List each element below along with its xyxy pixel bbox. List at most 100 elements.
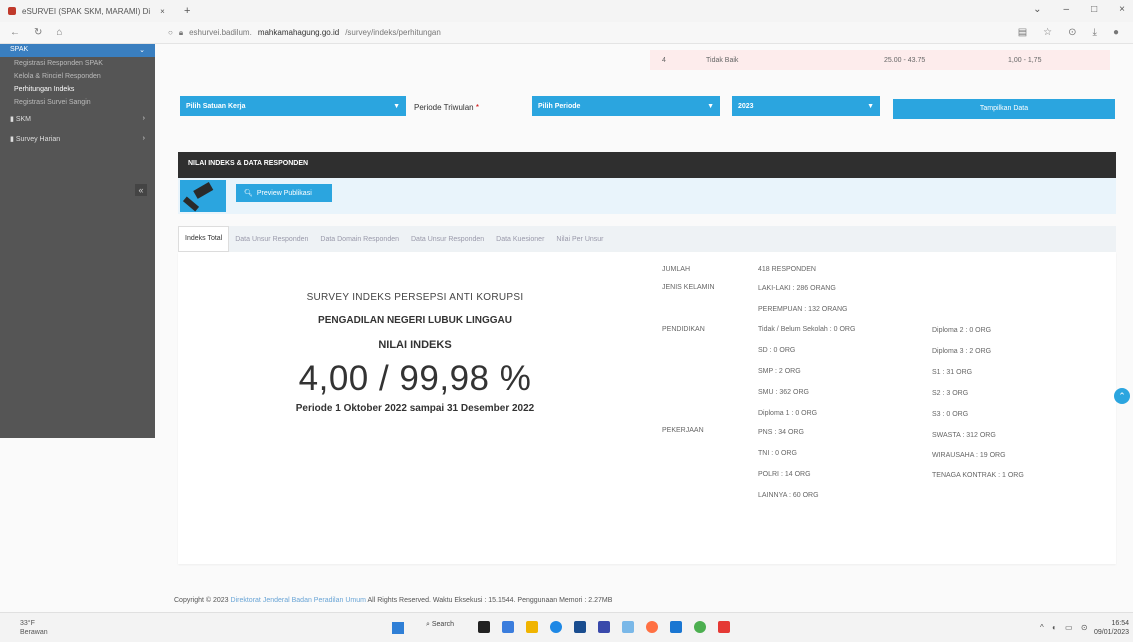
footer: Copyright © 2023 Direktorat Jenderal Bad… xyxy=(174,597,612,604)
select-value: Pilih Satuan Kerja xyxy=(186,102,246,110)
preview-button-label: Preview Publikasi xyxy=(256,189,312,197)
address-bar: ← ↻ ⌂ ○ 🔒︎ eshurvei.badilum. mahkamahagun… xyxy=(0,22,1133,44)
edge-icon[interactable] xyxy=(550,621,562,633)
periode-label: Periode Triwulan * xyxy=(414,103,479,112)
jumlah-value: 418 RESPONDEN xyxy=(758,266,816,273)
index-category-row: 4 Tidak Baik 25.00 - 43.75 1,00 - 1,75 xyxy=(650,50,1110,70)
pekerjaan-item: TNI : 0 ORG xyxy=(758,450,797,457)
category-range: 25.00 - 43.75 xyxy=(884,56,926,64)
pendidikan-item: S1 : 31 ORG xyxy=(932,369,973,376)
sidebar-item-label: Survey Harian xyxy=(15,136,61,143)
pendidikan-item: Diploma 1 : 0 ORG xyxy=(758,410,818,417)
pendidikan-item: SD : 0 ORG xyxy=(758,347,796,354)
sidebar-group-spak[interactable]: SPAK ⌄ xyxy=(0,44,155,57)
reload-icon[interactable]: ↻ xyxy=(34,27,42,38)
lock-icon: 🔒︎ xyxy=(178,27,184,37)
sidebar-item-registrasi[interactable]: Registrasi Responden SPAK xyxy=(0,57,155,70)
chart-icon: ▮ xyxy=(10,116,14,123)
weather-widget[interactable]: 33°F Berawan xyxy=(20,619,48,637)
url-prefix: eshurvei.badilum. xyxy=(189,28,252,37)
sidebar-item-skm[interactable]: ▮ SKM › xyxy=(0,109,155,129)
url-domain: mahkamahagung.go.id xyxy=(257,28,340,37)
pendidikan-item: Diploma 2 : 0 ORG xyxy=(932,327,992,334)
footer-link[interactable]: Direktorat Jenderal Badan Peradilan Umum xyxy=(231,597,366,604)
category-index-range: 1,00 - 1,75 xyxy=(1008,56,1042,64)
tab-data-kuesioner[interactable]: Data Kuesioner xyxy=(490,236,550,243)
tab-data-unsur-responden[interactable]: Data Unsur Responden xyxy=(229,236,314,243)
sidebar-collapse-button[interactable]: « xyxy=(135,184,147,196)
category-number: 4 xyxy=(662,56,666,64)
taskbar-search[interactable]: ⌕ Search xyxy=(426,621,454,629)
chevron-down-icon[interactable]: ⌄ xyxy=(1033,4,1041,15)
shield-icon: ○ xyxy=(168,28,173,37)
sidebar-item-registrasi-survei[interactable]: Registrasi Survei Sangin xyxy=(0,96,155,109)
weather-desc: Berawan xyxy=(20,629,48,636)
pekerjaan-item: WIRAUSAHA : 19 ORG xyxy=(932,452,1006,459)
pekerjaan-item: PNS : 34 ORG xyxy=(758,429,804,436)
tab-nilai-per-unsur[interactable]: Nilai Per Unsur xyxy=(550,236,609,243)
category-label: Tidak Baik xyxy=(706,56,739,64)
tab-indeks-total[interactable]: Indeks Total xyxy=(178,226,230,252)
star-icon[interactable]: ☆ xyxy=(1043,27,1052,38)
teams-icon[interactable] xyxy=(598,621,610,633)
jumlah-label: JUMLAH xyxy=(662,266,691,273)
tab-data-unsur-responden-2[interactable]: Data Unsur Responden xyxy=(405,236,490,243)
chrome-icon[interactable] xyxy=(694,621,706,633)
url-path: /survey/indeks/perhitungan xyxy=(345,28,441,37)
pekerjaan-item: LAINNYA : 60 ORG xyxy=(758,492,819,499)
mail-icon[interactable] xyxy=(622,621,634,633)
browser-tab[interactable]: eSURVEI (SPAK SKM, MARAMI) Di × xyxy=(8,7,178,16)
tabs: Indeks Total Data Unsur Responden Data D… xyxy=(178,226,1116,252)
scroll-top-button[interactable]: ⌃ xyxy=(1114,388,1130,404)
maximize-icon[interactable]: □ xyxy=(1091,4,1097,15)
account-icon[interactable]: ● xyxy=(1113,27,1119,38)
download-icon[interactable]: ⤓ xyxy=(1093,27,1097,38)
pekerjaan-item: SWASTA : 312 ORG xyxy=(932,432,996,439)
pendidikan-item: Tidak / Belum Sekolah : 0 ORG xyxy=(758,326,856,333)
widget-icon[interactable] xyxy=(502,621,514,633)
panel-header: NILAI INDEKS & DATA RESPONDEN xyxy=(178,152,1116,178)
system-tray[interactable]: ^ ◐ ▭ ⊙ xyxy=(1040,623,1091,632)
select-value: Pilih Periode xyxy=(538,102,581,110)
close-tab-icon[interactable]: × xyxy=(160,7,165,16)
task-view-icon[interactable] xyxy=(478,621,490,633)
sidebar-item-perhitungan[interactable]: Perhitungan Indeks xyxy=(0,83,155,96)
firefox-icon[interactable] xyxy=(646,621,658,633)
jk-laki: LAKI-LAKI : 286 ORANG xyxy=(758,285,836,292)
sidebar-group-label: SPAK xyxy=(10,46,29,53)
chart-icon: ▮ xyxy=(10,136,14,143)
reader-icon[interactable]: ▤ xyxy=(1018,27,1027,38)
weather-temp: 33°F xyxy=(20,620,35,627)
tab-data-domain-responden[interactable]: Data Domain Responden xyxy=(314,236,405,243)
caret-down-icon: ▼ xyxy=(393,102,400,110)
sidebar-item-survey-harian[interactable]: ▮ Survey Harian › xyxy=(0,129,155,149)
year-select[interactable]: 2023 ▼ xyxy=(732,96,880,116)
preview-publikasi-button[interactable]: 🔍︎ Preview Publikasi xyxy=(236,184,332,202)
app-icon[interactable] xyxy=(670,621,682,633)
periode-select[interactable]: Pilih Periode ▼ xyxy=(532,96,720,116)
index-label: NILAI INDEKS xyxy=(378,339,452,351)
windows-start-icon[interactable] xyxy=(392,622,404,634)
caret-down-icon: ▼ xyxy=(707,102,714,110)
pdf-icon[interactable] xyxy=(718,621,730,633)
tampilkan-data-button[interactable]: Tampilkan Data xyxy=(893,99,1115,119)
new-tab-icon[interactable]: + xyxy=(184,5,190,17)
minimize-icon[interactable]: – xyxy=(1064,4,1070,15)
back-icon[interactable]: ← xyxy=(10,27,20,38)
sidebar-item-kelola[interactable]: Kelola & Rinciel Responden xyxy=(0,70,155,83)
file-explorer-icon[interactable] xyxy=(526,621,538,633)
chevron-down-icon: ⌄ xyxy=(139,47,145,54)
clock[interactable]: 16:54 09/01/2023 xyxy=(1094,619,1129,637)
select-value: 2023 xyxy=(738,102,754,110)
home-icon[interactable]: ⌂ xyxy=(56,27,62,38)
close-icon[interactable]: × xyxy=(1119,4,1125,15)
url-field[interactable]: ○ 🔒︎ eshurvei.badilum. mahkamahagung.go.i… xyxy=(168,28,1018,38)
pendidikan-item: Diploma 3 : 2 ORG xyxy=(932,348,992,355)
store-icon[interactable] xyxy=(574,621,586,633)
extension-icon[interactable]: ⊙ xyxy=(1068,27,1076,38)
court-name: PENGADILAN NEGERI LUBUK LINGGAU xyxy=(318,315,512,326)
chevron-right-icon: › xyxy=(142,135,145,142)
pendidikan-label: PENDIDIKAN xyxy=(662,326,705,333)
satuan-kerja-select[interactable]: Pilih Satuan Kerja ▼ xyxy=(180,96,406,116)
clock-time: 16:54 xyxy=(1111,620,1130,627)
